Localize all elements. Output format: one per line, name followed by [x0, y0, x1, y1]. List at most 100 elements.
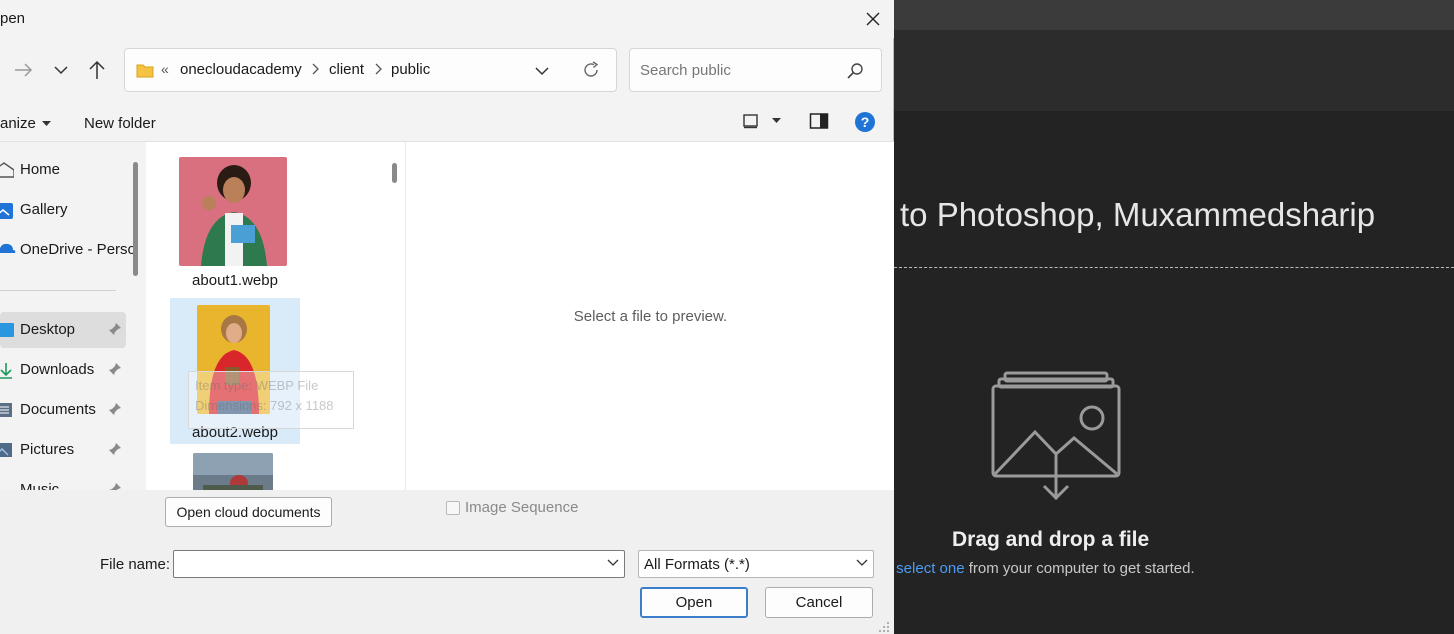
- sidebar-item-label: Music: [20, 481, 60, 490]
- sidebar-item-onedrive[interactable]: OneDrive - Perso: [0, 232, 136, 268]
- home-icon: [0, 162, 14, 178]
- file-list: about1.webp about2.webp: [146, 142, 405, 490]
- breadcrumb-onecloudacademy[interactable]: onecloudacademy: [180, 61, 302, 78]
- chevron-right-icon[interactable]: [311, 63, 319, 75]
- caret-down-icon[interactable]: [772, 118, 781, 124]
- organize-label: anize: [0, 115, 36, 132]
- desktop-icon: [0, 323, 14, 337]
- download-icon: [0, 363, 12, 379]
- chevron-right-icon[interactable]: [374, 63, 382, 75]
- image-sequence-option[interactable]: Image Sequence: [446, 499, 578, 516]
- sidebar-item-home[interactable]: Home: [0, 152, 126, 188]
- image-sequence-label: Image Sequence: [465, 499, 579, 516]
- pictures-icon: [0, 443, 12, 457]
- close-icon: [866, 12, 880, 26]
- dialog-title: pen: [0, 10, 26, 27]
- sidebar-item-desktop[interactable]: Desktop: [0, 312, 126, 348]
- file-type-value: All Formats (*.*): [644, 556, 750, 573]
- sidebar-item-label: Downloads: [20, 361, 95, 378]
- new-folder-button[interactable]: New folder: [84, 115, 156, 132]
- about1-thumbnail: [179, 157, 287, 266]
- about3-thumbnail: [193, 453, 273, 490]
- documents-icon: [0, 403, 12, 417]
- drop-subtitle: r select one from your computer to get s…: [887, 560, 1195, 577]
- file-name-field-label: File name:: [100, 556, 171, 573]
- file-list-scrollbar[interactable]: [392, 163, 397, 183]
- sidebar-item-music[interactable]: Music: [0, 472, 126, 490]
- help-icon[interactable]: ?: [854, 111, 876, 133]
- address-bar[interactable]: « onecloudacademy client public: [124, 48, 617, 92]
- file-item-about1[interactable]: about1.webp: [170, 152, 300, 298]
- music-icon: [0, 482, 14, 490]
- sidebar-scrollbar[interactable]: [133, 162, 138, 276]
- preview-pane-icon[interactable]: [809, 112, 829, 130]
- open-cloud-documents-button[interactable]: Open cloud documents: [165, 497, 332, 527]
- organize-menu[interactable]: anize: [0, 115, 51, 132]
- sidebar-item-pictures[interactable]: Pictures: [0, 432, 126, 468]
- caret-down-icon: [41, 120, 51, 126]
- breadcrumb-client[interactable]: client: [329, 61, 364, 78]
- image-drop-icon: [991, 371, 1121, 501]
- address-dropdown-icon[interactable]: [535, 61, 549, 81]
- sidebar-item-documents[interactable]: Documents: [0, 392, 126, 428]
- photoshop-topbar: [894, 0, 1454, 30]
- sidebar-item-label: Home: [20, 161, 61, 178]
- close-button[interactable]: [856, 4, 890, 34]
- file-tooltip: Item type: WEBP File Dimensions: 792 x 1…: [188, 371, 354, 429]
- chevron-down-icon: [54, 66, 68, 75]
- tooltip-dimensions: Dimensions: 792 x 1188: [195, 398, 334, 413]
- search-box[interactable]: Search public: [629, 48, 882, 92]
- sidebar-item-label: Desktop: [20, 321, 76, 338]
- search-placeholder[interactable]: Search public: [640, 62, 731, 79]
- preview-pane: Select a file to preview.: [405, 142, 894, 490]
- preview-message: Select a file to preview.: [573, 308, 728, 325]
- svg-text:?: ?: [861, 114, 870, 130]
- refresh-icon[interactable]: [581, 60, 601, 80]
- search-icon[interactable]: [846, 62, 864, 80]
- file-name-input[interactable]: [173, 550, 625, 578]
- sidebar-item-downloads[interactable]: Downloads: [0, 352, 126, 388]
- file-name-label: about1.webp: [192, 272, 278, 289]
- select-one-link[interactable]: select one: [896, 560, 964, 577]
- resize-grip-icon[interactable]: [878, 620, 890, 632]
- onedrive-icon: [0, 243, 16, 253]
- command-bar: anize New folder ?: [0, 102, 894, 142]
- arrow-up-icon: [89, 60, 105, 79]
- sidebar-item-label: Pictures: [20, 441, 75, 458]
- tooltip-type: Item type: WEBP File: [195, 378, 319, 393]
- sidebar-item-label: OneDrive - Perso: [20, 241, 136, 258]
- pin-icon[interactable]: [108, 402, 122, 416]
- breadcrumb-overflow[interactable]: «: [161, 61, 169, 77]
- arrow-right-icon: [15, 63, 33, 77]
- chevron-down-icon[interactable]: [607, 559, 619, 567]
- dialog-footer: File name: All Formats (*.*) Open Cancel: [0, 534, 894, 634]
- open-button[interactable]: Open: [640, 587, 748, 618]
- breadcrumb-public[interactable]: public: [391, 61, 430, 78]
- pin-icon[interactable]: [108, 482, 122, 490]
- pin-icon[interactable]: [108, 362, 122, 376]
- dashed-divider: [894, 267, 1454, 268]
- cancel-button[interactable]: Cancel: [765, 587, 873, 618]
- forward-button[interactable]: [9, 56, 37, 84]
- open-dialog: pen « onecloudacademy client public Sear…: [0, 0, 894, 634]
- file-type-select[interactable]: All Formats (*.*): [638, 550, 874, 578]
- pin-icon[interactable]: [108, 322, 122, 336]
- image-sequence-checkbox[interactable]: [446, 500, 460, 515]
- recent-locations-button[interactable]: [47, 56, 75, 84]
- sidebar-item-gallery[interactable]: Gallery: [0, 192, 126, 228]
- view-mode-icon[interactable]: [742, 112, 760, 130]
- welcome-heading: to Photoshop, Muxammedsharip: [900, 196, 1376, 233]
- dialog-titlebar: pen: [0, 0, 894, 38]
- options-bar: Open cloud documents Image Sequence: [0, 490, 894, 534]
- drop-sub-suffix: from your computer to get started.: [964, 560, 1195, 577]
- pin-icon[interactable]: [108, 442, 122, 456]
- drop-title: Drag and drop a file: [952, 528, 1150, 551]
- chevron-down-icon: [856, 559, 868, 566]
- file-item-about3[interactable]: [170, 448, 300, 490]
- photoshop-header: [894, 30, 1454, 111]
- up-button[interactable]: [83, 56, 111, 84]
- navigation-bar: « onecloudacademy client public Search p…: [0, 38, 894, 102]
- gallery-icon: [0, 203, 13, 219]
- sidebar-divider: [0, 290, 116, 291]
- folder-icon: [136, 64, 154, 78]
